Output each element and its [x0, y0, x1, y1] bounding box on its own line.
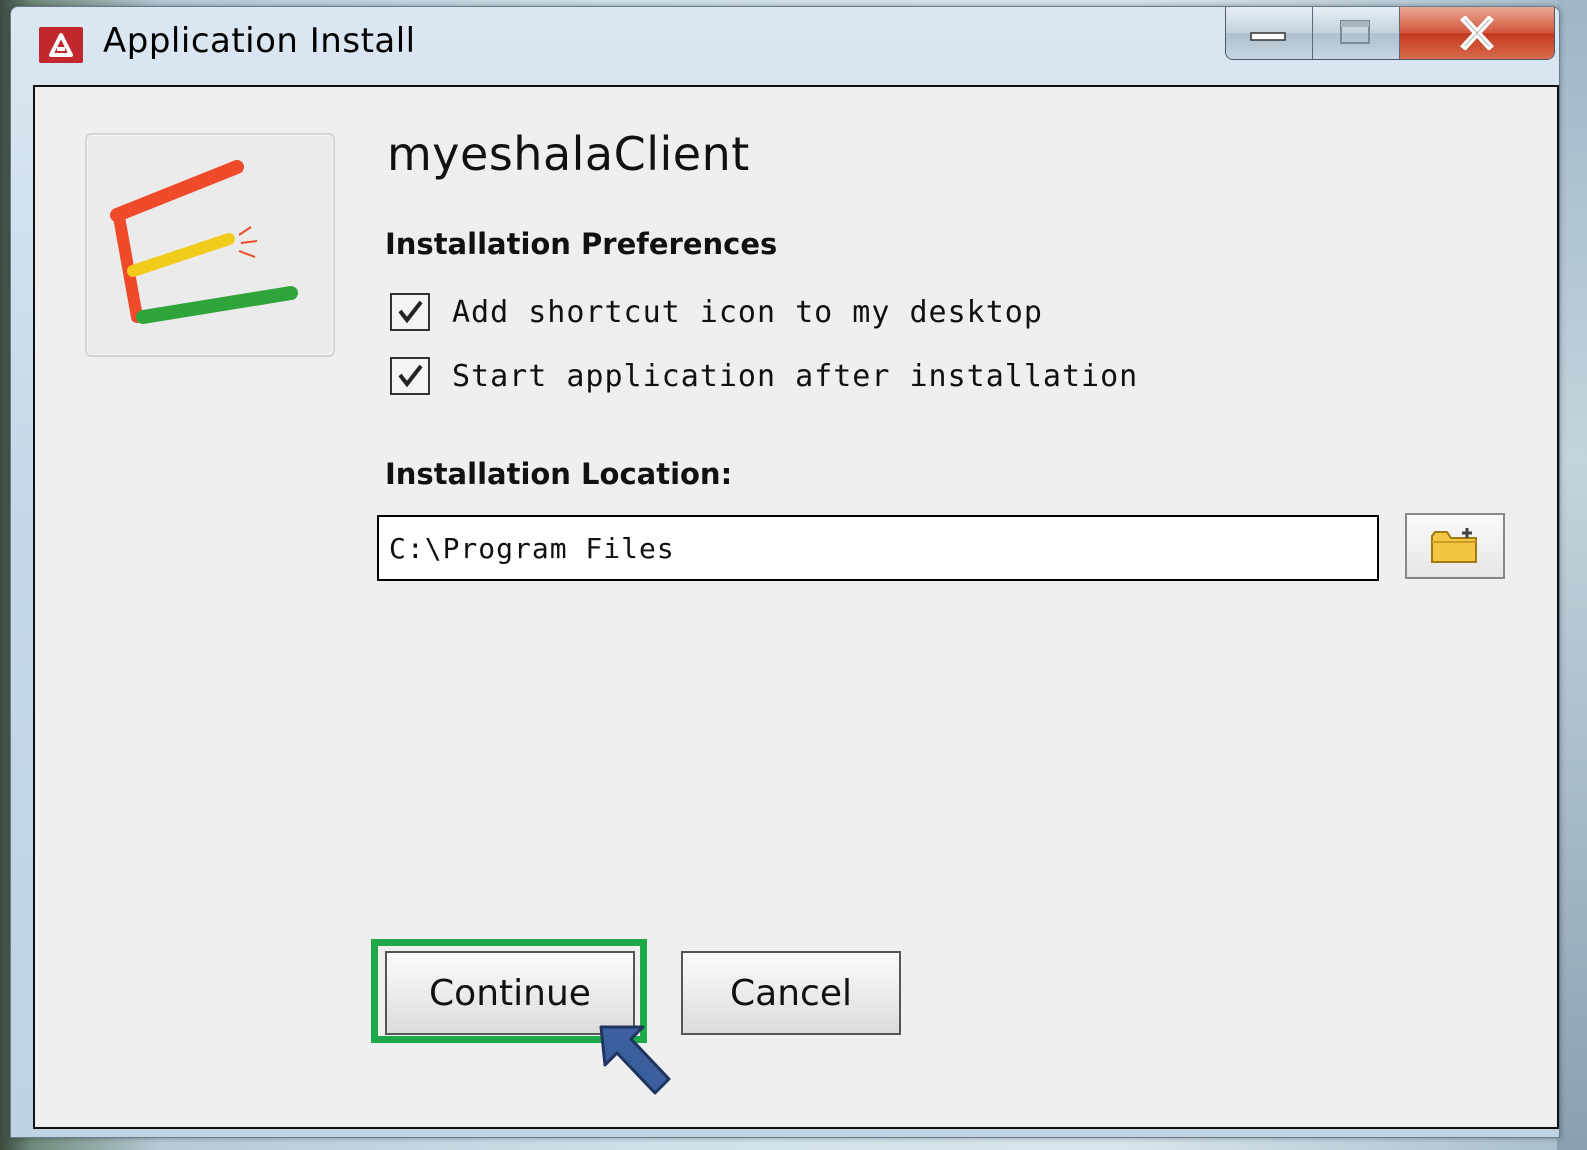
app-name: myeshalaClient	[387, 127, 750, 181]
option-desktop-shortcut[interactable]: Add shortcut icon to my desktop	[390, 293, 1043, 331]
arrow-pointer-icon	[599, 1025, 671, 1095]
app-logo	[85, 133, 335, 357]
app-logo-icon	[110, 160, 298, 324]
minimize-button[interactable]	[1226, 7, 1313, 59]
checkmark-icon	[398, 364, 423, 388]
checkmark-icon	[398, 300, 423, 324]
install-window: Application Install myeshalaClient Insta…	[10, 6, 1560, 1138]
close-icon	[1460, 16, 1494, 50]
window-title: Application Install	[103, 21, 416, 61]
desktop-shortcut-label: Add shortcut icon to my desktop	[452, 294, 1043, 330]
maximize-icon	[1340, 20, 1370, 44]
location-heading: Installation Location:	[385, 457, 733, 491]
browse-folder-button[interactable]	[1405, 513, 1505, 579]
cancel-button[interactable]: Cancel	[681, 951, 901, 1035]
desktop-background	[1557, 0, 1587, 1150]
install-location-input[interactable]	[377, 515, 1379, 581]
maximize-button[interactable]	[1313, 7, 1400, 59]
title-bar[interactable]: Application Install	[11, 7, 1559, 81]
air-installer-icon	[39, 27, 83, 63]
folder-icon	[1431, 528, 1477, 563]
minimize-icon	[1250, 32, 1286, 41]
start-after-install-checkbox[interactable]	[390, 357, 430, 395]
start-after-install-label: Start application after installation	[452, 358, 1139, 394]
desktop-shortcut-checkbox[interactable]	[390, 293, 430, 331]
close-button[interactable]	[1400, 7, 1554, 59]
caption-buttons	[1225, 7, 1555, 60]
option-start-after-install[interactable]: Start application after installation	[390, 357, 1138, 395]
preferences-heading: Installation Preferences	[385, 227, 778, 261]
install-content-panel: myeshalaClient Installation Preferences …	[33, 85, 1559, 1129]
